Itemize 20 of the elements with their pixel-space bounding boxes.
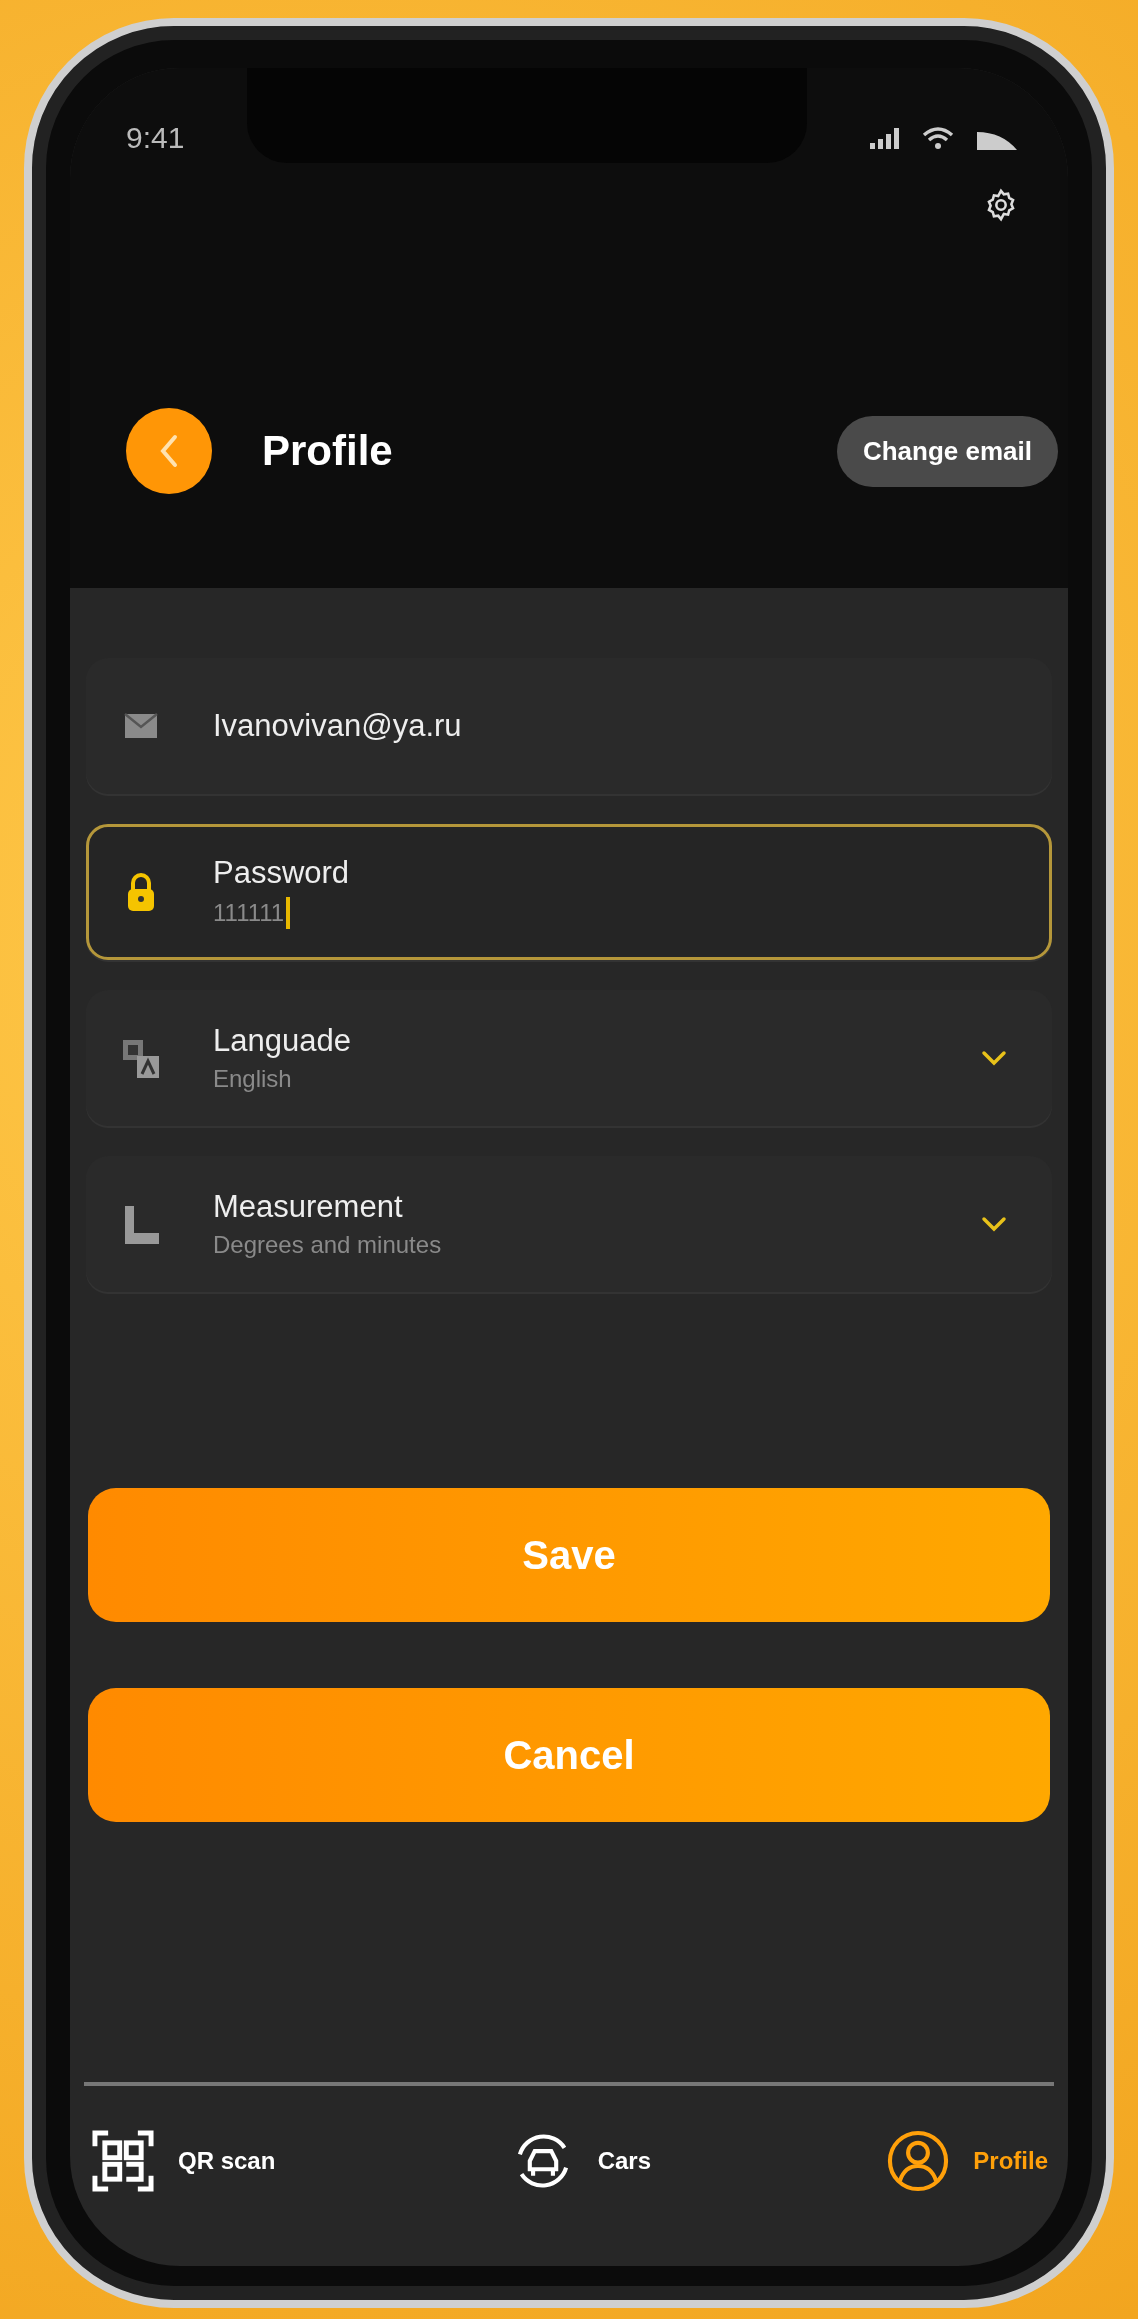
field-value: 111111 <box>213 899 285 927</box>
field-label: Measurement <box>213 1189 404 1225</box>
field-value: English <box>213 1065 292 1093</box>
page-title: Profile <box>262 427 394 475</box>
field-value: Ivanovivan@ya.ru <box>213 708 462 744</box>
field-label: Password <box>213 855 351 891</box>
status-time: 9:41 <box>126 120 185 155</box>
signal-icon <box>870 125 900 151</box>
settings-icon[interactable] <box>984 188 1018 222</box>
field-label: Languade <box>213 1023 352 1059</box>
nav-tab[interactable]: QR scan <box>90 2128 276 2194</box>
change-email-button[interactable]: Change email <box>836 415 1058 487</box>
nav-tab[interactable]: Profile <box>885 2128 1048 2194</box>
text-cursor <box>286 897 291 929</box>
battery-icon <box>976 131 1018 151</box>
field-value: Degrees and minutes <box>213 1231 442 1259</box>
form-field[interactable]: Password 111111 <box>86 824 1052 960</box>
wifi-icon <box>922 125 954 151</box>
nav-tab[interactable]: Cars <box>509 2128 652 2194</box>
qr-code-icon <box>90 2128 156 2194</box>
